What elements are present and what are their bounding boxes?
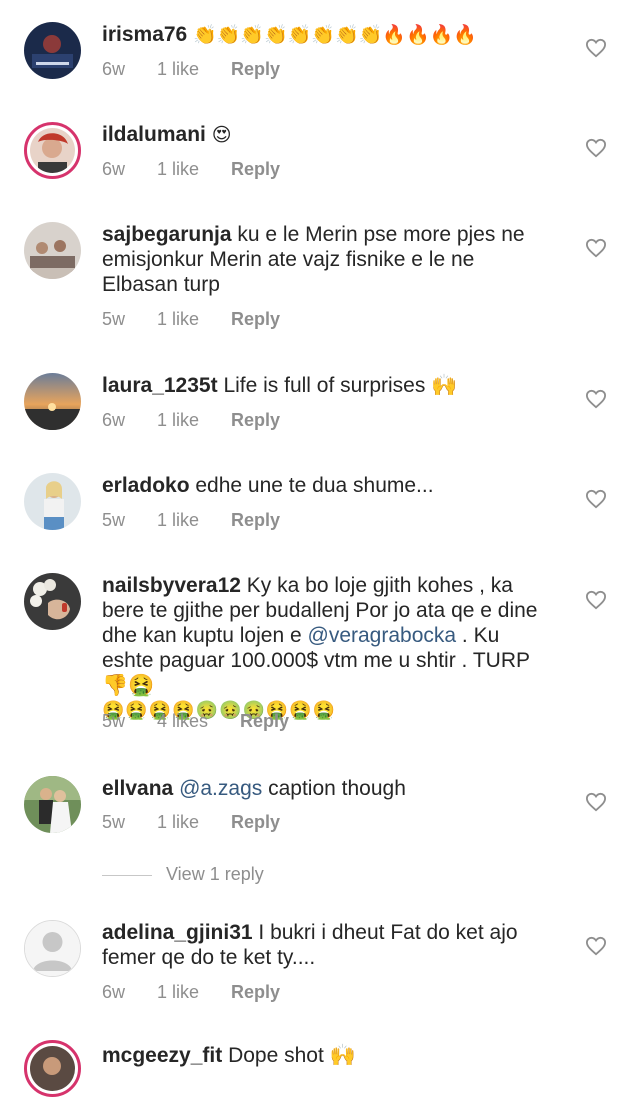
avatar[interactable] [24,222,81,279]
comment-time: 6w [102,59,126,79]
comment-body: erladoko edhe une te dua shume... [102,473,542,498]
comment-meta: 6w 1 like Reply [102,410,312,431]
heart-outline-icon[interactable] [585,489,607,509]
comment-likes[interactable]: 1 like [157,510,199,531]
comment-time: 6w [102,982,126,1002]
comment-time: 6w [102,159,126,179]
comment-text: 👏👏👏👏👏👏👏👏🔥🔥🔥🔥 [193,25,477,46]
avatar[interactable] [24,920,81,977]
heart-outline-icon[interactable] [585,590,607,610]
comment-likes[interactable]: 1 like [157,410,199,431]
comment-body: irisma76 👏👏👏👏👏👏👏👏🔥🔥🔥🔥 [102,22,542,48]
view-replies-button[interactable]: View 1 reply [102,864,264,885]
mention-link[interactable]: @veragrabocka [308,624,457,647]
heart-outline-icon[interactable] [585,389,607,409]
reply-button[interactable]: Reply [231,309,280,330]
avatar[interactable] [24,776,81,833]
comment-meta: 5w 1 like Reply [102,812,312,833]
heart-outline-icon[interactable] [585,138,607,158]
comment-username[interactable]: erladoko [102,474,190,497]
comment-username[interactable]: mcgeezy_fit [102,1044,222,1067]
heart-outline-icon[interactable] [585,936,607,956]
comment-username[interactable]: laura_1235t [102,374,218,397]
comment-text: Life is full of surprises 🙌 [223,374,458,397]
comment-body: adelina_gjini31 I bukri i dheut Fat do k… [102,920,542,970]
comment-likes[interactable]: 1 like [157,159,199,180]
avatar[interactable] [24,22,81,79]
avatar[interactable] [24,373,81,430]
comment-username[interactable]: adelina_gjini31 [102,921,253,944]
comment-username[interactable]: sajbegarunja [102,223,232,246]
comment-likes[interactable]: 1 like [157,812,199,833]
comment-body: laura_1235t Life is full of surprises 🙌 [102,373,542,398]
avatar[interactable] [24,573,81,630]
reply-button[interactable]: Reply [240,711,289,732]
comment-time: 5w [102,711,126,731]
comment-body: nailsbyvera12 Ky ka bo loje gjith kohes … [102,573,542,723]
comment-meta: 5w 1 like Reply [102,510,312,531]
heart-outline-icon[interactable] [585,38,607,58]
avatar[interactable] [24,1040,81,1097]
comment-meta: 6w 1 like Reply [102,982,312,1003]
divider [102,874,152,876]
reply-button[interactable]: Reply [231,510,280,531]
comment-likes[interactable]: 1 like [157,309,199,330]
comment-time: 5w [102,309,126,329]
comment-likes[interactable]: 1 like [157,59,199,80]
comment-meta: 5w 4 likes Reply [102,711,321,732]
comment-meta: 6w 1 like Reply [102,159,312,180]
comment-likes[interactable]: 4 likes [157,711,208,732]
heart-outline-icon[interactable] [585,238,607,258]
avatar[interactable] [24,473,81,530]
heart-outline-icon[interactable] [585,792,607,812]
comment-time: 6w [102,410,126,430]
comment-text: caption though [268,777,406,800]
reply-button[interactable]: Reply [231,159,280,180]
comment-body: ildalumani 😍 [102,122,542,148]
avatar[interactable] [24,122,81,179]
reply-button[interactable]: Reply [231,812,280,833]
reply-button[interactable]: Reply [231,59,280,80]
comment-likes[interactable]: 1 like [157,982,199,1003]
mention-link[interactable]: @a.zags [179,777,262,800]
comment-time: 5w [102,510,126,530]
reply-button[interactable]: Reply [231,410,280,431]
comment-meta: 6w 1 like Reply [102,59,312,80]
comment-text: 😍 [211,125,232,146]
comment-text: Dope shot 🙌 [228,1044,356,1067]
comment-username[interactable]: nailsbyvera12 [102,574,241,597]
reply-button[interactable]: Reply [231,982,280,1003]
comment-username[interactable]: ildalumani [102,123,206,146]
comment-username[interactable]: irisma76 [102,23,187,46]
comment-text: edhe une te dua shume... [195,474,434,497]
view-replies-label[interactable]: View 1 reply [166,864,264,884]
comment-time: 5w [102,812,126,832]
comment-username[interactable]: ellvana [102,777,173,800]
comment-body: ellvana @a.zags caption though [102,776,542,801]
comment-body: sajbegarunja ku e le Merin pse more pjes… [102,222,542,297]
comment-meta: 5w 1 like Reply [102,309,312,330]
comment-body: mcgeezy_fit Dope shot 🙌 [102,1043,542,1068]
